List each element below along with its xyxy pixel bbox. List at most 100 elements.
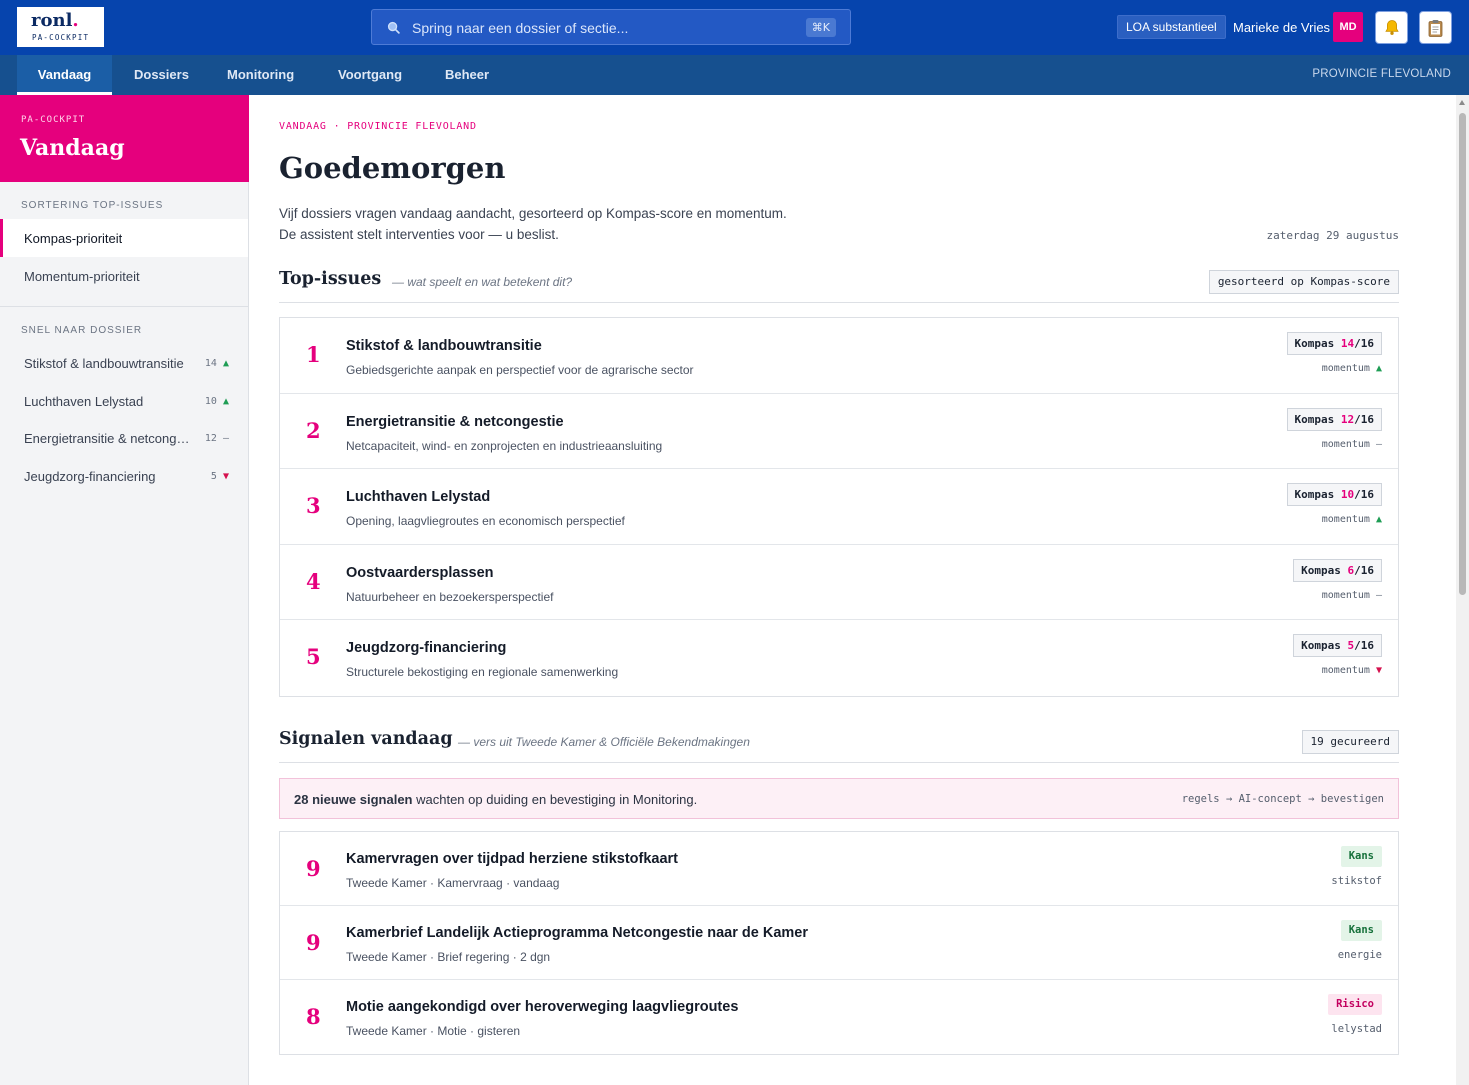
search-input[interactable]: Spring naar een dossier of sectie... ⌘K — [371, 9, 851, 45]
top-issues-subtitle: — wat speelt en wat betekent dit? — [392, 275, 573, 289]
sidebar-item-count: 5 ▼ — [210, 471, 229, 482]
trend-flat-icon: – — [222, 433, 229, 444]
issue-row[interactable]: 4 Oostvaardersplassen Natuurbeheer en be… — [280, 545, 1398, 620]
issue-row[interactable]: 5 Jeugdzorg-financiering Structurele bek… — [280, 620, 1398, 696]
signal-row[interactable]: 9 Kamerbrief Landelijk Actieprogramma Ne… — [280, 906, 1398, 980]
sort-option-momentum[interactable]: Momentum-prioriteit — [0, 257, 248, 295]
scrollbar-thumb[interactable] — [1459, 113, 1466, 595]
issue-row[interactable]: 1 Stikstof & landbouwtransitie Gebiedsge… — [280, 318, 1398, 394]
sidebar-header: PA-COCKPIT Vandaag — [0, 95, 249, 182]
kompas-score-badge: Kompas 6/16 — [1293, 558, 1382, 582]
momentum-indicator: momentum ▲ — [1321, 363, 1382, 374]
kompas-score-badge: Kompas 5/16 — [1293, 634, 1382, 657]
issue-description: Structurele bekostiging en regionale sam… — [346, 665, 619, 679]
issue-rank: 2 — [306, 417, 321, 443]
issue-title[interactable]: Luchthaven Lelystad — [346, 489, 490, 505]
signal-title[interactable]: Motie aangekondigd over heroverweging la… — [346, 999, 738, 1015]
signal-topic: energie — [1337, 949, 1382, 961]
trend-flat-icon: – — [1375, 589, 1382, 601]
curated-chip: 19 gecureerd — [1301, 730, 1399, 754]
user-name[interactable]: Marieke de Vries — [1233, 20, 1330, 35]
signal-topic: lelystad — [1331, 1023, 1382, 1035]
signals-title: Signalen vandaag — [279, 729, 453, 749]
notice-text: 28 nieuwe signalen wachten op duiding en… — [294, 792, 698, 807]
signals-list: 9 Kamervragen over tijdpad herziene stik… — [279, 831, 1399, 1055]
issue-description: Gebiedsgerichte aanpak en perspectief vo… — [346, 363, 694, 377]
signal-meta: Tweede Kamer · Brief regering · 2 dgn — [346, 950, 551, 964]
signal-title[interactable]: Kamerbrief Landelijk Actieprogramma Netc… — [346, 925, 808, 941]
notes-button[interactable] — [1419, 11, 1452, 44]
sort-option-kompas[interactable]: Kompas-prioriteit — [0, 219, 248, 257]
avatar[interactable]: MD — [1333, 12, 1363, 42]
sort-chip: gesorteerd op Kompas-score — [1208, 270, 1399, 294]
momentum-indicator: momentum – — [1321, 438, 1382, 450]
section-divider — [279, 762, 1399, 763]
momentum-indicator: momentum ▼ — [1321, 665, 1382, 676]
sidebar-item-jeugdzorg[interactable]: Jeugdzorg-financiering 5 ▼ — [0, 457, 248, 495]
issue-rank: 1 — [306, 342, 321, 367]
trend-up-icon: ▲ — [222, 396, 229, 407]
trend-up-icon: ▲ — [1375, 514, 1382, 525]
loa-badge: LOA substantieel — [1117, 15, 1226, 39]
scroll-up-icon[interactable] — [1459, 100, 1465, 105]
signal-title[interactable]: Kamervragen over tijdpad herziene stikst… — [346, 851, 678, 867]
trend-flat-icon: – — [1375, 438, 1382, 450]
tab-vandaag[interactable]: Vandaag — [17, 55, 112, 95]
signal-score: 9 — [306, 930, 321, 955]
app-logo[interactable]: ronl. PA-COCKPIT — [17, 7, 104, 47]
issue-description: Opening, laagvliegroutes en economisch p… — [346, 514, 625, 528]
page-title: Goedemorgen — [279, 151, 506, 185]
sidebar-item-count: 10 ▲ — [204, 396, 229, 407]
momentum-indicator: momentum ▲ — [1321, 514, 1382, 525]
sidebar-kicker: PA-COCKPIT — [21, 115, 86, 125]
issue-description: Netcapaciteit, wind- en zonprojecten en … — [346, 438, 663, 453]
issue-row[interactable]: 2 Energietransitie & netcongestie Netcap… — [280, 394, 1398, 469]
signal-tag: Risico — [1328, 994, 1382, 1015]
signal-score: 8 — [306, 1004, 321, 1029]
signal-row[interactable]: 9 Kamervragen over tijdpad herziene stik… — [280, 832, 1398, 906]
issue-title[interactable]: Jeugdzorg-financiering — [346, 640, 506, 656]
issue-title[interactable]: Oostvaardersplassen — [346, 565, 494, 581]
signal-row[interactable]: 8 Motie aangekondigd over heroverweging … — [280, 980, 1398, 1054]
sidebar-item-luchthaven[interactable]: Luchthaven Lelystad 10 ▲ — [0, 382, 248, 420]
issue-rank: 5 — [306, 644, 321, 669]
province-label: PROVINCIE FLEVOLAND — [1312, 68, 1451, 80]
main-nav: Vandaag Dossiers Monitoring Voortgang Be… — [0, 55, 1469, 95]
signal-meta: Tweede Kamer · Motie · gisteren — [346, 1024, 521, 1038]
sidebar-item-count: 12 – — [204, 433, 229, 444]
issue-description: Natuurbeheer en bezoekersperspectief — [346, 589, 554, 604]
sidebar-item-label: Jeugdzorg-financiering — [24, 469, 156, 484]
page-scrollbar[interactable] — [1456, 95, 1469, 1085]
notifications-button[interactable] — [1375, 11, 1408, 44]
tab-monitoring[interactable]: Monitoring — [227, 55, 294, 95]
issue-rank: 3 — [306, 493, 321, 518]
sidebar-item-stikstof[interactable]: Stikstof & landbouwtransitie 14 ▲ — [0, 344, 248, 382]
signal-topic: stikstof — [1331, 875, 1382, 887]
top-issues-list: 1 Stikstof & landbouwtransitie Gebiedsge… — [279, 317, 1399, 697]
sidebar-item-label: Energietransitie & netcongestie — [24, 431, 196, 446]
tab-dossiers[interactable]: Dossiers — [134, 55, 189, 95]
issue-title[interactable]: Stikstof & landbouwtransitie — [346, 338, 542, 354]
trend-down-icon: ▼ — [222, 471, 229, 482]
sidebar-title: Vandaag — [20, 135, 125, 161]
sidebar: PA-COCKPIT Vandaag SORTERING TOP-ISSUES … — [0, 95, 249, 1085]
sort-option-label: Momentum-prioriteit — [24, 269, 140, 284]
issue-rank: 4 — [306, 568, 321, 594]
tab-voortgang[interactable]: Voortgang — [338, 55, 402, 95]
sort-section-label: SORTERING TOP-ISSUES — [21, 200, 164, 211]
search-shortcut: ⌘K — [805, 18, 836, 37]
tab-beheer[interactable]: Beheer — [445, 55, 489, 95]
sidebar-item-energietransitie[interactable]: Energietransitie & netcongestie 12 – — [0, 419, 248, 457]
top-bar: ronl. PA-COCKPIT Spring naar een dossier… — [0, 0, 1469, 55]
trend-up-icon: ▲ — [1375, 363, 1382, 374]
sidebar-item-count: 14 ▲ — [204, 358, 229, 369]
logo-subtitle: PA-COCKPIT — [32, 33, 90, 42]
issue-title[interactable]: Energietransitie & netcongestie — [346, 414, 564, 430]
signal-meta: Tweede Kamer · Kamervraag · vandaag — [346, 876, 560, 890]
signal-tag: Kans — [1340, 846, 1382, 867]
signal-tag: Kans — [1340, 920, 1382, 941]
intro-line: De assistent stelt interventies voor — u… — [279, 227, 559, 242]
issue-row[interactable]: 3 Luchthaven Lelystad Opening, laagvlieg… — [280, 469, 1398, 545]
intro-text: Vijf dossiers vragen vandaag aandacht, g… — [279, 203, 787, 245]
new-signals-notice[interactable]: 28 nieuwe signalen wachten op duiding en… — [279, 778, 1399, 819]
